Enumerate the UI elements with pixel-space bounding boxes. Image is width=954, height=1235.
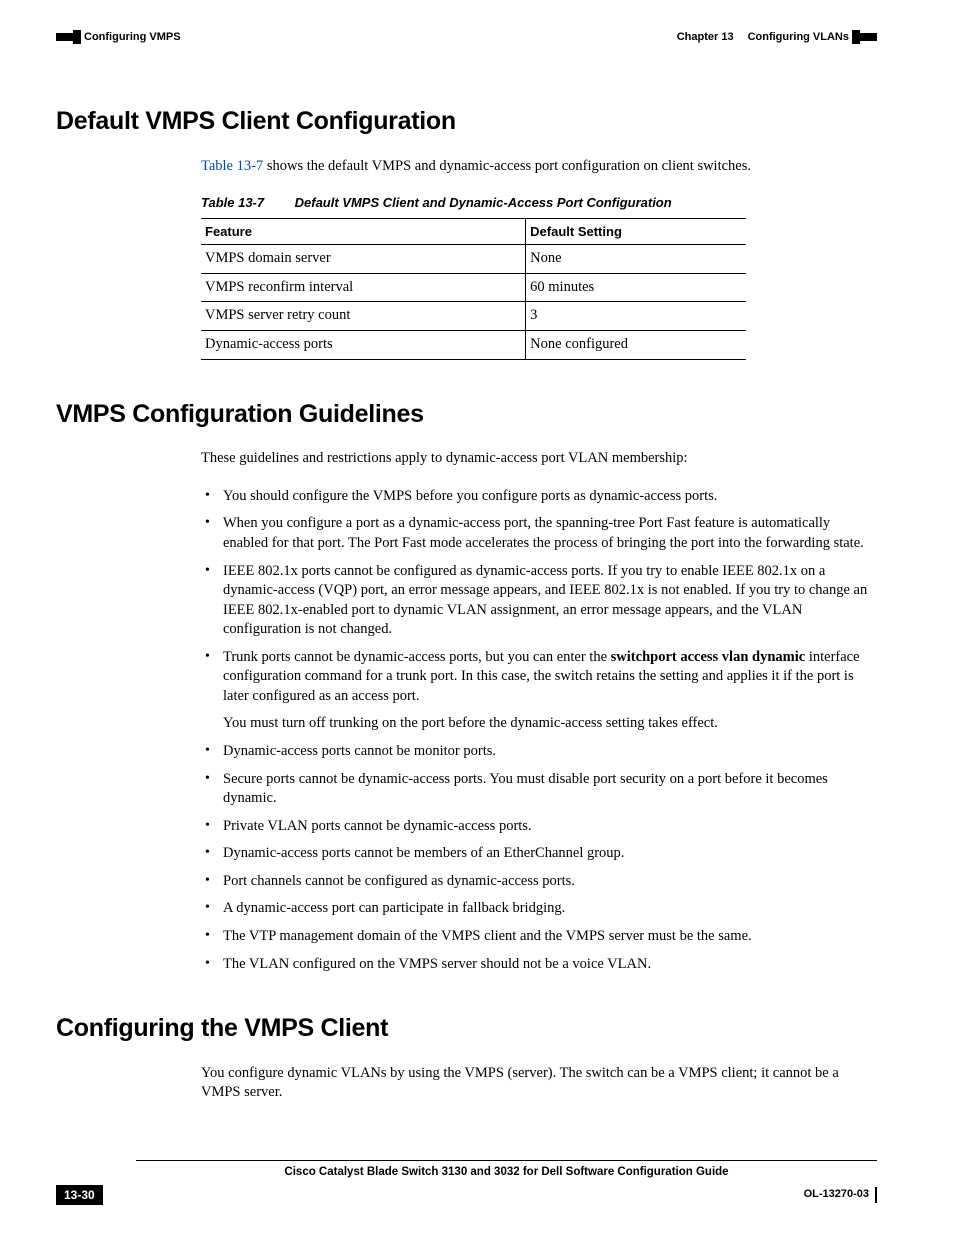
header-chapter-label: Chapter 13 <box>677 30 734 45</box>
list-item: The VTP management domain of the VMPS cl… <box>201 927 877 947</box>
list-item: Secure ports cannot be dynamic-access po… <box>201 770 877 809</box>
footer-book-title: Cisco Catalyst Blade Switch 3130 and 303… <box>136 1165 877 1181</box>
page-header: Configuring VMPS Chapter 13 Configuring … <box>56 30 877 45</box>
default-config-table: Feature Default Setting VMPS domain serv… <box>201 218 746 360</box>
list-item: The VLAN configured on the VMPS server s… <box>201 955 877 975</box>
header-mark-icon <box>56 33 78 41</box>
heading-configuring-client: Configuring the VMPS Client <box>56 1012 877 1046</box>
section3-intro: You configure dynamic VLANs by using the… <box>201 1064 877 1103</box>
footer-rule <box>136 1160 877 1161</box>
table-header-setting: Default Setting <box>526 218 746 245</box>
cell-setting: None configured <box>526 330 746 359</box>
command-text: switchport access vlan dynamic <box>611 649 806 665</box>
heading-guidelines: VMPS Configuration Guidelines <box>56 398 877 432</box>
header-mark-icon <box>855 33 877 41</box>
section1-intro-text: shows the default VMPS and dynamic-acces… <box>263 158 751 174</box>
cell-feature: VMPS reconfirm interval <box>201 273 526 302</box>
list-item: Dynamic-access ports cannot be monitor p… <box>201 742 877 762</box>
table-number: Table 13-7 <box>201 194 291 212</box>
page-footer: Cisco Catalyst Blade Switch 3130 and 303… <box>56 1160 877 1205</box>
table-row: VMPS server retry count 3 <box>201 302 746 331</box>
list-item: Trunk ports cannot be dynamic-access por… <box>201 648 877 734</box>
cell-setting: 60 minutes <box>526 273 746 302</box>
table-header-feature: Feature <box>201 218 526 245</box>
table-row: VMPS reconfirm interval 60 minutes <box>201 273 746 302</box>
list-item: You should configure the VMPS before you… <box>201 487 877 507</box>
cell-feature: Dynamic-access ports <box>201 330 526 359</box>
list-item: When you configure a port as a dynamic-a… <box>201 514 877 553</box>
header-section-title: Configuring VMPS <box>84 30 181 45</box>
doc-id: OL-13270-03 <box>804 1187 877 1203</box>
list-item: Dynamic-access ports cannot be members o… <box>201 844 877 864</box>
section2-intro: These guidelines and restrictions apply … <box>201 449 877 469</box>
cell-setting: 3 <box>526 302 746 331</box>
table-row: Dynamic-access ports None configured <box>201 330 746 359</box>
page-number-badge: 13-30 <box>56 1185 103 1205</box>
list-item: A dynamic-access port can participate in… <box>201 899 877 919</box>
doc-id-text: OL-13270-03 <box>804 1187 869 1202</box>
list-item: Private VLAN ports cannot be dynamic-acc… <box>201 817 877 837</box>
cell-setting: None <box>526 245 746 274</box>
footer-mark-icon <box>875 1187 877 1203</box>
table-title: Default VMPS Client and Dynamic-Access P… <box>295 195 672 210</box>
guidelines-list: You should configure the VMPS before you… <box>201 487 877 974</box>
list-item: Port channels cannot be configured as dy… <box>201 872 877 892</box>
table-ref-link[interactable]: Table 13-7 <box>201 158 263 174</box>
list-text-pre: Trunk ports cannot be dynamic-access por… <box>223 649 611 665</box>
header-chapter-title: Configuring VLANs <box>748 30 849 45</box>
list-item: IEEE 802.1x ports cannot be configured a… <box>201 562 877 640</box>
list-subtext: You must turn off trunking on the port b… <box>223 714 877 734</box>
heading-default-vmps: Default VMPS Client Configuration <box>56 105 877 139</box>
header-left: Configuring VMPS <box>56 30 181 45</box>
cell-feature: VMPS server retry count <box>201 302 526 331</box>
cell-feature: VMPS domain server <box>201 245 526 274</box>
header-right: Chapter 13 Configuring VLANs <box>677 30 877 45</box>
table-caption: Table 13-7 Default VMPS Client and Dynam… <box>201 194 877 212</box>
section1-intro: Table 13-7 shows the default VMPS and dy… <box>201 157 877 177</box>
table-row: VMPS domain server None <box>201 245 746 274</box>
